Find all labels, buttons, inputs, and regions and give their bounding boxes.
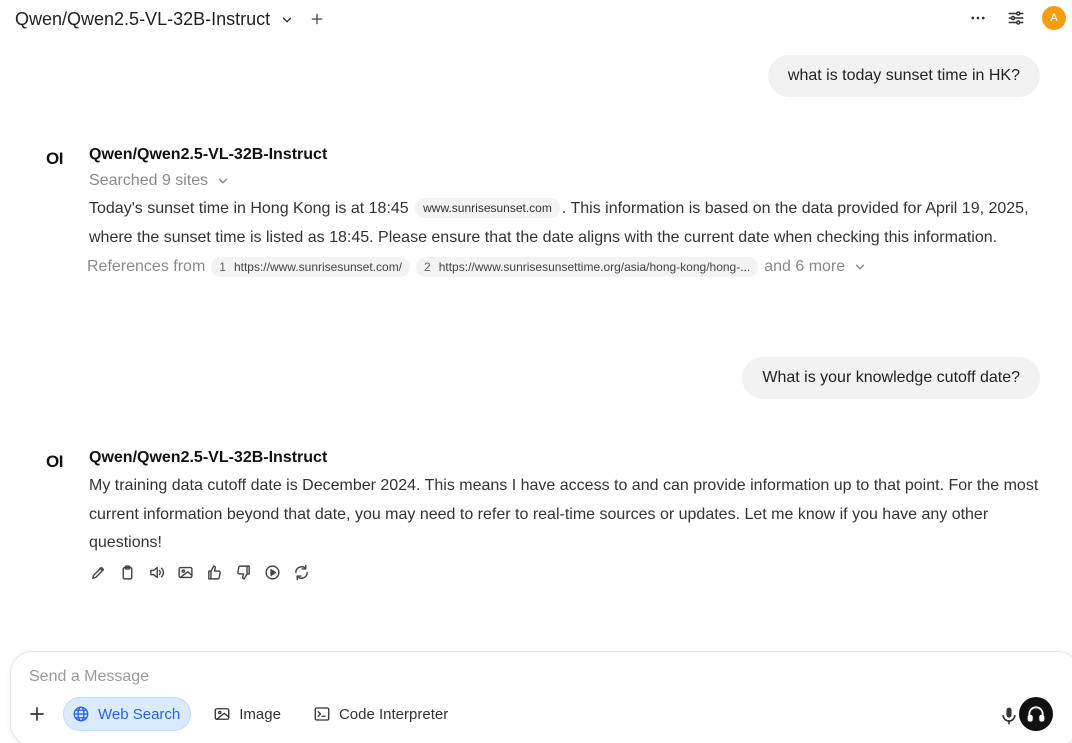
image-generation-toggle[interactable]: Image: [205, 697, 291, 731]
edit-button[interactable]: [89, 564, 107, 582]
image-icon: [177, 566, 193, 579]
model-selector[interactable]: Qwen/Qwen2.5-VL-32B-Instruct: [15, 9, 294, 30]
attach-button[interactable]: [25, 702, 49, 726]
good-response-button[interactable]: [205, 564, 223, 582]
web-search-label: Web Search: [98, 705, 181, 723]
user-message: What is your knowledge cutoff date?: [742, 357, 1040, 399]
top-bar: Qwen/Qwen2.5-VL-32B-Instruct A: [0, 0, 1072, 40]
reference-chip[interactable]: 1 https://www.sunrisesunset.com/: [211, 257, 411, 277]
answer-text-start: Today's sunset time in Hong Kong is at 1…: [89, 200, 409, 217]
user-message: what is today sunset time in HK?: [767, 55, 1040, 97]
code-interpreter-toggle[interactable]: Code Interpreter: [305, 697, 458, 731]
image-icon: [214, 708, 230, 720]
speaker-icon: [149, 566, 164, 579]
generate-image-button[interactable]: [176, 564, 194, 582]
message-composer: Web Search Image Code Interpreter: [10, 651, 1072, 743]
searched-sites-label: Searched 9 sites: [89, 172, 209, 189]
play-circle-icon: [264, 565, 280, 580]
assistant-message-body: Qwen/Qwen2.5-VL-32B-Instruct Searched 9 …: [87, 145, 1039, 278]
composer-toolbar: Web Search Image Code Interpreter: [25, 697, 458, 731]
terminal-icon: [314, 707, 330, 721]
source-citation-chip[interactable]: www.sunrisesunset.com: [415, 198, 560, 218]
chevron-down-icon: [218, 178, 228, 184]
thumbs-down-icon: [236, 565, 250, 580]
assistant-name: Qwen/Qwen2.5-VL-32B-Instruct: [89, 449, 328, 466]
controls-button[interactable]: [1004, 6, 1028, 30]
searched-sites-toggle[interactable]: Searched 9 sites: [89, 171, 1039, 191]
copy-button[interactable]: [118, 564, 136, 582]
assistant-text: Today's sunset time in Hong Kong is at 1…: [89, 195, 1039, 252]
image-label: Image: [239, 705, 281, 723]
plus-icon: [30, 707, 44, 721]
message-actions: [89, 564, 1039, 582]
assistant-message-body: Qwen/Qwen2.5-VL-32B-Instruct My training…: [89, 448, 1039, 582]
reference-url: https://www.sunrisesunsettime.org/asia/h…: [438, 260, 751, 274]
message-input[interactable]: [29, 668, 829, 686]
clipboard-icon: [122, 565, 132, 580]
bad-response-button[interactable]: [234, 564, 252, 582]
model-logo: OI: [46, 452, 63, 471]
more-references-label: and 6 more: [764, 258, 846, 275]
voice-mode-button[interactable]: [1019, 697, 1053, 731]
references-label: References from: [87, 258, 206, 275]
user-avatar[interactable]: A: [1042, 6, 1066, 30]
more-options-button[interactable]: [966, 6, 990, 30]
thumbs-up-icon: [207, 565, 221, 580]
reference-number: 1: [219, 260, 226, 274]
code-interpreter-label: Code Interpreter: [338, 705, 449, 723]
globe-icon: [73, 706, 89, 722]
microphone-icon[interactable]: [999, 705, 1019, 727]
continue-response-button[interactable]: [263, 564, 281, 582]
references-row: References from 1 https://www.sunrisesun…: [87, 256, 1039, 278]
refresh-icon: [294, 564, 308, 581]
chevron-down-icon: [855, 264, 865, 270]
more-references-toggle[interactable]: and 6 more: [764, 258, 867, 276]
header-actions: A: [966, 6, 1066, 30]
assistant-name: Qwen/Qwen2.5-VL-32B-Instruct: [89, 146, 328, 163]
pencil-icon: [91, 566, 104, 579]
reference-chip[interactable]: 2 https://www.sunrisesunsettime.org/asia…: [416, 257, 759, 277]
regenerate-button[interactable]: [292, 564, 310, 582]
ellipsis-icon: [971, 16, 985, 20]
model-logo: OI: [46, 149, 63, 168]
chevron-down-icon: [282, 17, 292, 22]
headphones-icon: [1027, 706, 1045, 722]
reference-number: 2: [424, 260, 431, 274]
add-model-icon[interactable]: [310, 12, 324, 26]
reference-url: https://www.sunrisesunset.com/: [233, 260, 403, 274]
assistant-text: My training data cutoff date is December…: [89, 477, 1039, 551]
web-search-toggle[interactable]: Web Search: [63, 697, 192, 731]
sliders-icon: [1008, 11, 1024, 25]
model-title: Qwen/Qwen2.5-VL-32B-Instruct: [15, 9, 271, 29]
read-aloud-button[interactable]: [147, 564, 165, 582]
